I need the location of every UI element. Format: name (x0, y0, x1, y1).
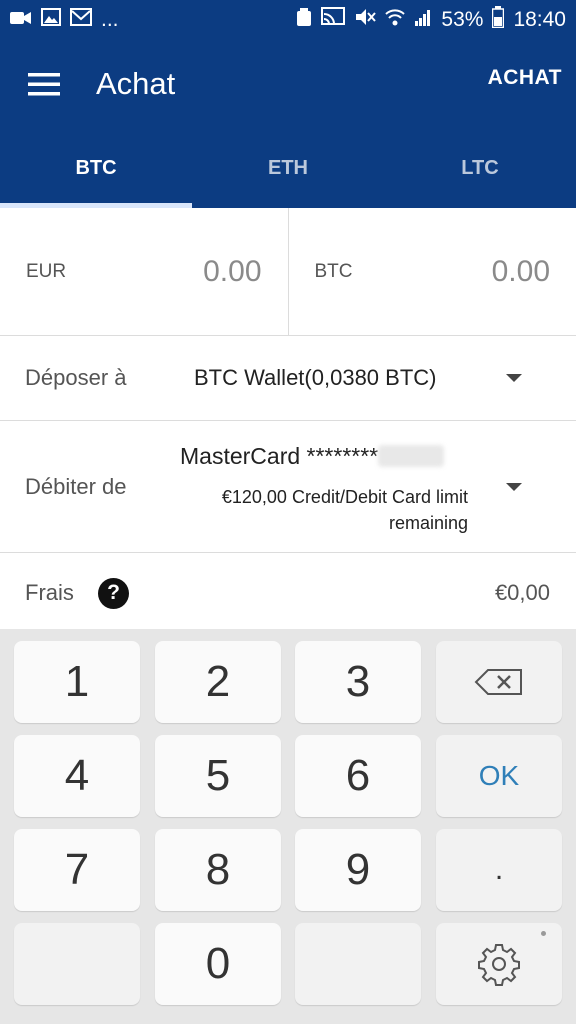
status-bar-left: ... (10, 8, 119, 32)
card-name: MasterCard ******** (180, 443, 445, 470)
buy-action-button[interactable]: ACHAT (488, 66, 562, 90)
tab-eth[interactable]: ETH (192, 128, 384, 208)
status-bar-right: 53% 18:40 (296, 6, 566, 34)
key-1[interactable]: 1 (14, 641, 140, 723)
redacted-card-digits (378, 445, 445, 467)
deposit-wallet-value: BTC Wallet(0,0380 BTC) (194, 365, 437, 390)
indicator-dot (541, 931, 546, 936)
status-bar: ... 53% 18:40 (0, 0, 576, 40)
key-3[interactable]: 3 (295, 641, 421, 723)
fees-value: €0,00 (494, 580, 550, 605)
deposit-to-label: Déposer à (25, 365, 127, 390)
dropdown-arrow-icon (506, 374, 522, 382)
battery-icon (492, 6, 505, 34)
backspace-key[interactable] (436, 641, 562, 723)
numeric-keyboard: 1 2 3 4 5 6 OK 7 8 9 . 0 (0, 629, 576, 1024)
empty-key (14, 923, 140, 1005)
deposit-to-selector[interactable]: Déposer à BTC Wallet(0,0380 BTC) (0, 336, 576, 421)
fees-label: Frais (25, 580, 74, 605)
btc-amount-field[interactable]: BTC 0.00 (287, 208, 576, 335)
key-0[interactable]: 0 (155, 923, 281, 1005)
chat-notification-icon (10, 8, 32, 32)
fees-row: Frais ? €0,00 (0, 553, 576, 633)
btc-currency-label: BTC (314, 260, 353, 282)
empty-key (295, 923, 421, 1005)
gear-icon (478, 944, 520, 986)
key-7[interactable]: 7 (14, 829, 140, 911)
key-2[interactable]: 2 (155, 641, 281, 723)
menu-button[interactable] (14, 54, 74, 114)
amount-inputs: EUR 0.00 BTC 0.00 (0, 208, 576, 336)
key-8[interactable]: 8 (155, 829, 281, 911)
more-notifications: ... (101, 8, 119, 31)
clock: 18:40 (513, 8, 566, 31)
key-5[interactable]: 5 (155, 735, 281, 817)
page-title: Achat (96, 66, 176, 101)
mute-icon (354, 7, 377, 33)
eur-amount-value: 0.00 (203, 254, 262, 288)
backspace-icon (474, 669, 522, 695)
eur-currency-label: EUR (26, 260, 67, 282)
key-4[interactable]: 4 (14, 735, 140, 817)
ok-key[interactable]: OK (436, 735, 562, 817)
key-6[interactable]: 6 (295, 735, 421, 817)
wifi-icon (385, 8, 406, 32)
battery-percent: 53% (441, 8, 484, 31)
image-notification-icon (41, 8, 61, 32)
debit-from-label: Débiter de (25, 473, 127, 499)
decimal-key[interactable]: . (436, 829, 562, 911)
help-icon[interactable]: ? (98, 577, 129, 609)
tab-btc[interactable]: BTC (0, 128, 192, 208)
card-name-text: MasterCard ******** (180, 443, 379, 469)
hamburger-icon (28, 73, 60, 96)
cast-icon (321, 7, 346, 33)
btc-amount-value: 0.00 (491, 254, 550, 288)
signal-icon (414, 8, 432, 32)
debit-from-selector[interactable]: Débiter de MasterCard ******** €120,00 C… (0, 421, 576, 553)
card-limit-text: €120,00 Credit/Debit Card limit remainin… (221, 487, 468, 533)
mail-notification-icon (70, 8, 92, 32)
dropdown-arrow-icon (506, 482, 522, 491)
recycle-icon (296, 7, 312, 33)
eur-amount-field[interactable]: EUR 0.00 (0, 208, 288, 335)
key-9[interactable]: 9 (295, 829, 421, 911)
app-bar: Achat ACHAT (0, 40, 576, 128)
currency-tabs: BTC ETH LTC (0, 128, 576, 208)
tab-ltc[interactable]: LTC (384, 128, 576, 208)
